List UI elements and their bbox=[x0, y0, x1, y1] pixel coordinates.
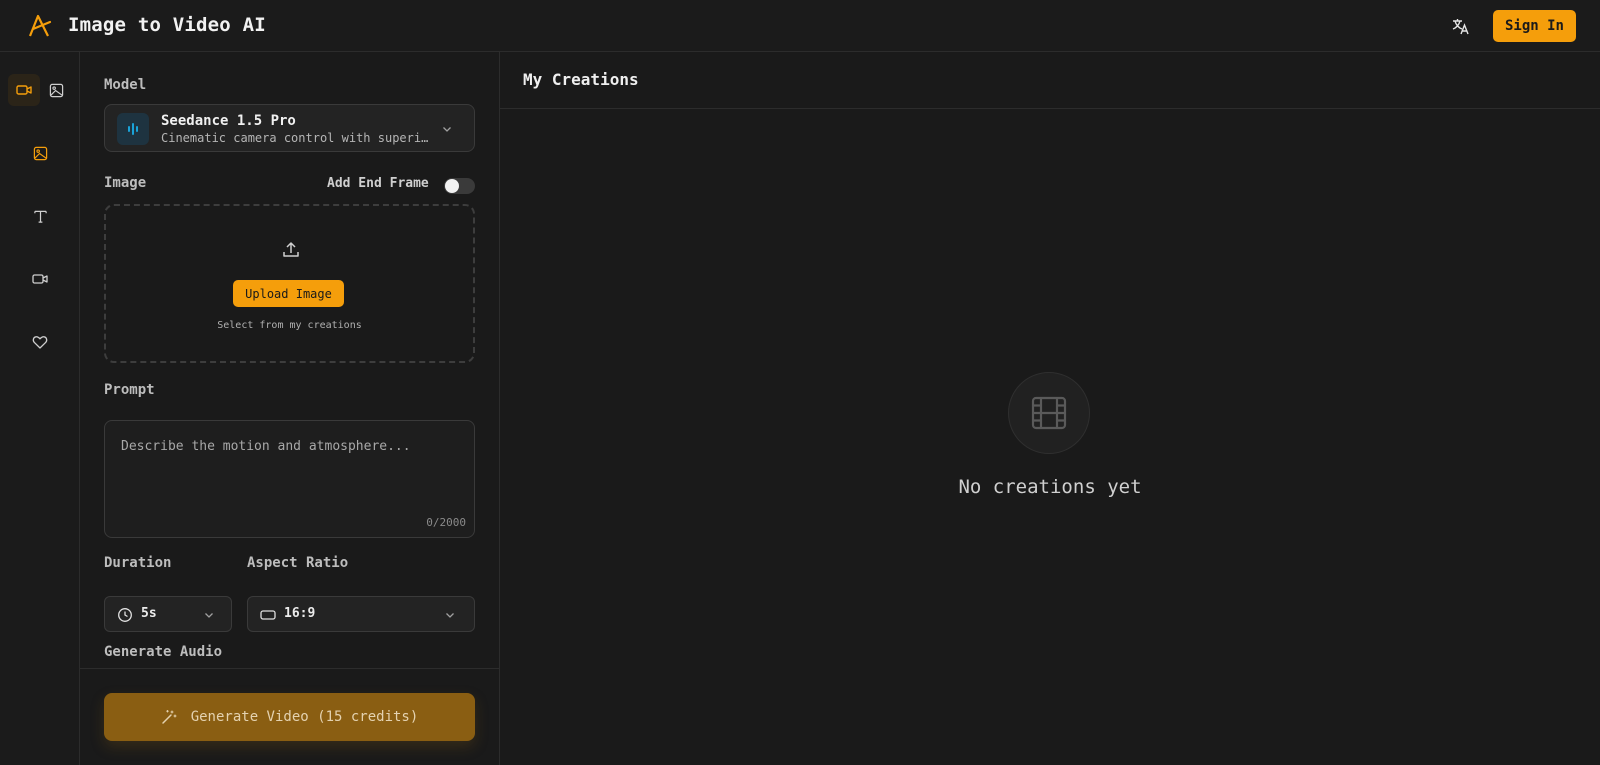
chevron-down-icon bbox=[443, 127, 451, 132]
empty-state-text: No creations yet bbox=[958, 476, 1142, 498]
image-icon bbox=[33, 146, 47, 160]
creations-area: My Creations No creations yet bbox=[500, 52, 1600, 765]
prompt-input[interactable] bbox=[105, 421, 474, 537]
prompt-label: Prompt bbox=[104, 382, 155, 398]
image-upload-zone[interactable]: Upload Image Select from my creations bbox=[104, 204, 475, 363]
aspect-ratio-value: 16:9 bbox=[284, 606, 316, 621]
image-icon bbox=[49, 83, 63, 97]
duration-value: 5s bbox=[141, 606, 157, 621]
clock-icon bbox=[118, 608, 132, 622]
chevron-down-icon bbox=[446, 613, 454, 618]
aspect-ratio-select[interactable]: 16:9 bbox=[247, 596, 475, 632]
model-select[interactable]: Seedance 1.5 Pro Cinematic camera contro… bbox=[104, 104, 475, 152]
panel-footer: Generate Video (15 credits) bbox=[80, 668, 499, 765]
upload-image-button[interactable]: Upload Image bbox=[233, 280, 344, 307]
char-count: 0/2000 bbox=[426, 516, 466, 529]
model-name: Seedance 1.5 Pro bbox=[161, 113, 296, 129]
icon-rail bbox=[0, 52, 80, 765]
aspect-ratio-label: Aspect Ratio bbox=[247, 555, 349, 571]
model-description: Cinematic camera control with superi… bbox=[161, 131, 429, 145]
text-icon bbox=[33, 210, 47, 223]
creations-title: My Creations bbox=[523, 70, 639, 89]
rail-favorites[interactable] bbox=[24, 326, 56, 358]
video-camera-icon bbox=[32, 274, 48, 284]
rail-video-to-video[interactable] bbox=[24, 263, 56, 295]
app-logo-icon[interactable] bbox=[26, 13, 52, 39]
upload-icon bbox=[283, 242, 299, 257]
rail-image-mode[interactable] bbox=[40, 74, 72, 106]
translate-icon[interactable] bbox=[1452, 17, 1470, 35]
empty-state-badge bbox=[1008, 372, 1090, 454]
generation-panel: Model Seedance 1.5 Pro Cinematic camera … bbox=[80, 52, 500, 765]
aspect-ratio-icon bbox=[260, 610, 276, 620]
rail-video-mode[interactable] bbox=[8, 74, 40, 106]
heart-icon bbox=[32, 336, 48, 349]
prompt-box: 0/2000 bbox=[104, 420, 475, 538]
generate-video-button[interactable]: Generate Video (15 credits) bbox=[104, 693, 475, 741]
creations-header: My Creations bbox=[500, 52, 1600, 109]
duration-select[interactable]: 5s bbox=[104, 596, 232, 632]
rail-text-to-video[interactable] bbox=[24, 200, 56, 232]
top-header: Image to Video AI Sign In bbox=[0, 0, 1600, 52]
end-frame-label: Add End Frame bbox=[327, 176, 429, 191]
select-from-creations-link[interactable]: Select from my creations bbox=[106, 320, 473, 331]
chevron-down-icon bbox=[205, 613, 213, 618]
magic-wand-icon bbox=[161, 709, 177, 724]
generate-video-label: Generate Video (15 credits) bbox=[190, 709, 419, 725]
video-camera-icon bbox=[16, 85, 32, 95]
image-label: Image bbox=[104, 175, 147, 191]
sign-in-button[interactable]: Sign In bbox=[1493, 10, 1576, 42]
duration-label: Duration bbox=[104, 555, 172, 571]
toggle-knob bbox=[445, 179, 459, 193]
waveform-icon bbox=[117, 113, 149, 145]
model-label: Model bbox=[104, 77, 147, 93]
generate-audio-label: Generate Audio bbox=[104, 644, 223, 660]
end-frame-toggle[interactable] bbox=[444, 178, 475, 194]
app-title: Image to Video AI bbox=[68, 14, 266, 36]
rail-image-to-video[interactable] bbox=[24, 137, 56, 169]
film-icon bbox=[1031, 396, 1067, 430]
